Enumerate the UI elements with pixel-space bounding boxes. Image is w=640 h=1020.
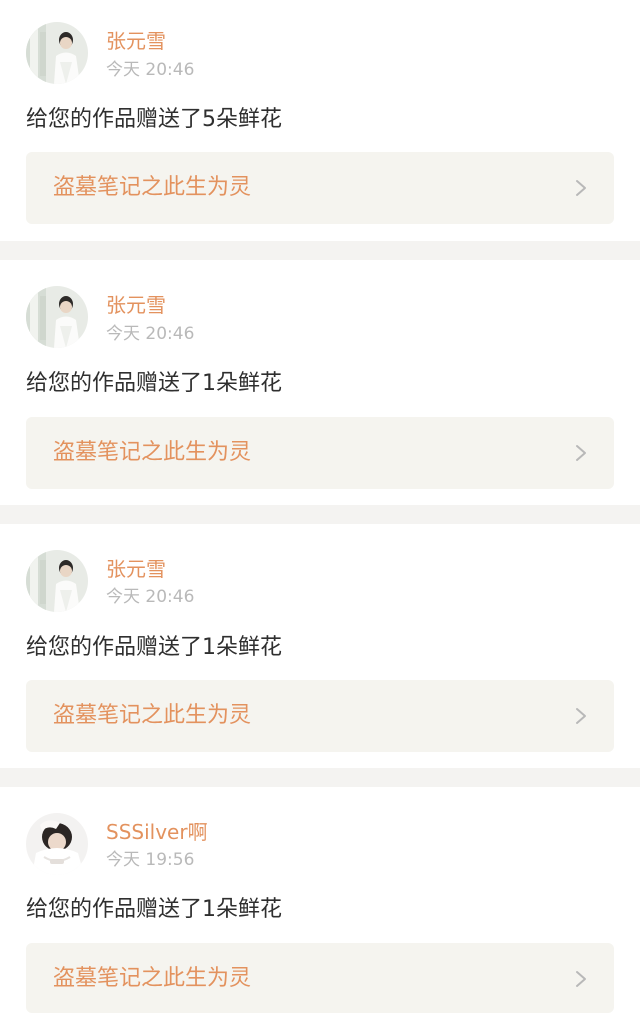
chevron-right-icon (574, 443, 588, 463)
notification-card: 张元雪 今天 20:46 给您的作品赠送了5朵鲜花 盗墓笔记之此生为灵 (0, 0, 640, 241)
avatar[interactable] (26, 813, 88, 875)
avatar-photo-icon (26, 550, 88, 612)
gift-message: 给您的作品赠送了5朵鲜花 (26, 107, 282, 132)
notification-card: 张元雪 今天 20:46 给您的作品赠送了1朵鲜花 盗墓笔记之此生为灵 (0, 260, 640, 505)
timestamp: 今天 19:56 (106, 850, 195, 870)
work-link-card[interactable]: 盗墓笔记之此生为灵 (26, 417, 614, 489)
chevron-right-icon (574, 969, 588, 989)
username[interactable]: 张元雪 (106, 293, 166, 317)
chevron-right-icon (574, 706, 588, 726)
work-title: 盗墓笔记之此生为灵 (53, 703, 252, 728)
timestamp: 今天 20:46 (106, 587, 195, 607)
username[interactable]: 张元雪 (106, 557, 166, 581)
timestamp: 今天 20:46 (106, 324, 195, 344)
avatar[interactable] (26, 22, 88, 84)
avatar[interactable] (26, 550, 88, 612)
username[interactable]: SSSilver啊 (106, 820, 208, 844)
work-title: 盗墓笔记之此生为灵 (53, 175, 252, 200)
gift-message: 给您的作品赠送了1朵鲜花 (26, 371, 282, 396)
notification-card: SSSilver啊 今天 19:56 给您的作品赠送了1朵鲜花 盗墓笔记之此生为… (0, 787, 640, 1020)
work-link-card[interactable]: 盗墓笔记之此生为灵 (26, 152, 614, 224)
timestamp: 今天 20:46 (106, 60, 195, 80)
chevron-right-icon (574, 178, 588, 198)
gift-message: 给您的作品赠送了1朵鲜花 (26, 897, 282, 922)
notification-feed: 张元雪 今天 20:46 给您的作品赠送了5朵鲜花 盗墓笔记之此生为灵 张元雪 (0, 0, 640, 1020)
avatar[interactable] (26, 286, 88, 348)
work-link-card[interactable]: 盗墓笔记之此生为灵 (26, 943, 614, 1013)
gift-message: 给您的作品赠送了1朵鲜花 (26, 635, 282, 660)
username[interactable]: 张元雪 (106, 29, 166, 53)
avatar-photo-icon (26, 286, 88, 348)
avatar-photo-icon (26, 22, 88, 84)
work-link-card[interactable]: 盗墓笔记之此生为灵 (26, 680, 614, 752)
notification-card: 张元雪 今天 20:46 给您的作品赠送了1朵鲜花 盗墓笔记之此生为灵 (0, 524, 640, 768)
work-title: 盗墓笔记之此生为灵 (53, 440, 252, 465)
work-title: 盗墓笔记之此生为灵 (53, 966, 252, 991)
avatar-photo-icon (26, 813, 88, 875)
